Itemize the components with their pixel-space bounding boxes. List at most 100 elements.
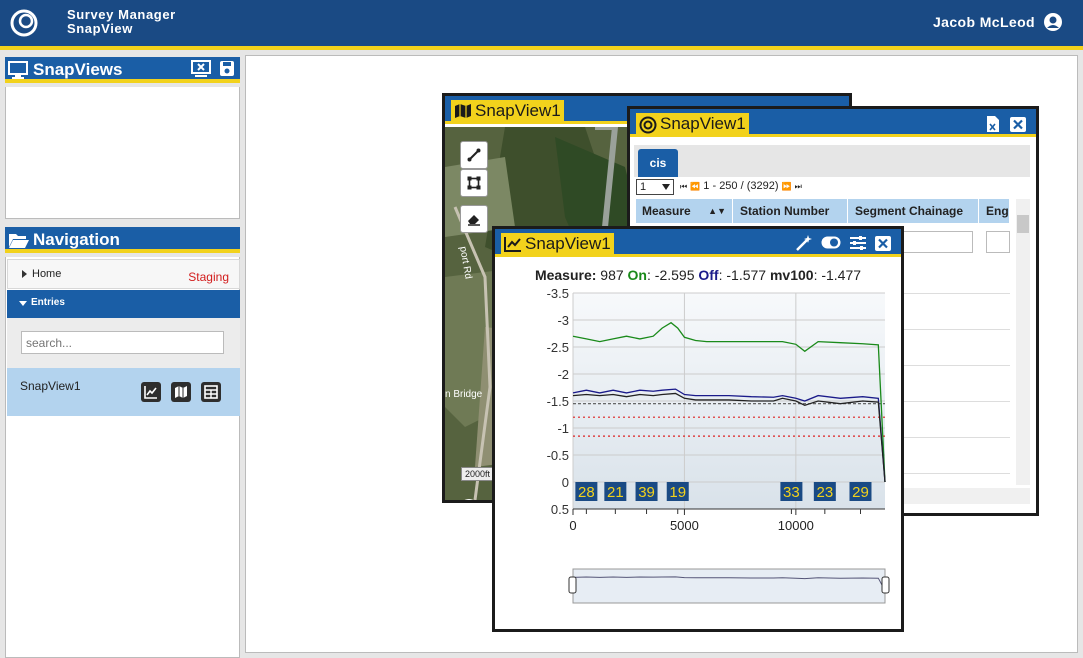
settings-sliders-icon[interactable]	[849, 235, 867, 251]
map-scale-bar: 2000ft	[461, 467, 495, 481]
last-page-button[interactable]: ⏭	[795, 182, 802, 191]
table-window-title-tag: SnapView1	[636, 113, 749, 134]
close-icon[interactable]	[875, 236, 891, 251]
tab-cis[interactable]: cis	[638, 149, 678, 177]
navigation-panel-header: Navigation	[5, 227, 240, 253]
page-select-value: 1	[640, 181, 647, 193]
chart-window[interactable]: SnapView1 Measure: 987 On: -2.595 Off: -…	[492, 226, 904, 632]
x-tick-label: 10000	[778, 518, 814, 533]
nav-search-container	[7, 318, 240, 368]
map-icon	[455, 104, 471, 118]
chart-range-navigator[interactable]	[495, 567, 901, 607]
map-window-title-tag: SnapView1	[451, 100, 564, 121]
y-tick-label: -2	[557, 367, 569, 382]
map-place-label: n Bridge	[445, 389, 483, 400]
next-page-button[interactable]: ⏩	[782, 182, 792, 191]
open-table-button[interactable]	[201, 382, 221, 402]
pager-controls: ⏮ ⏪ 1 - 250 / (3292) ⏩ ⏭	[680, 180, 802, 192]
x-tick-label: 5000	[670, 518, 699, 533]
nav-entries-label: Entries	[31, 297, 65, 308]
marker-label: 23	[816, 484, 833, 501]
column-header-station-number[interactable]: Station Number	[734, 199, 848, 223]
y-tick-label: -3.5	[547, 286, 569, 301]
header-accent-stripe	[0, 46, 1083, 50]
open-map-button[interactable]	[171, 382, 191, 402]
first-page-button[interactable]: ⏮	[680, 182, 687, 191]
map-icon	[175, 386, 187, 398]
app-header: Survey Manager SnapView Jacob McLeod	[0, 0, 1083, 46]
column-header-measure[interactable]: Measure ▲▼	[636, 199, 733, 223]
marker-label: 39	[638, 484, 655, 501]
nav-entries-row[interactable]: Entries	[7, 290, 240, 318]
draw-line-tool-button[interactable]	[460, 141, 488, 169]
save-icon[interactable]	[219, 60, 235, 77]
column-header-label: Station Number	[740, 204, 830, 218]
y-tick-label: -1	[557, 421, 569, 436]
table-header: Measure ▲▼ Station Number Segment Chaina…	[636, 199, 1010, 223]
toggle-icon[interactable]	[821, 236, 841, 249]
marker-label: 29	[852, 484, 869, 501]
marker-label: 28	[578, 484, 595, 501]
navigator-track	[572, 568, 886, 604]
table-tabstrip: cis	[634, 145, 1030, 177]
eraser-tool-button[interactable]	[460, 205, 488, 233]
list-item-snapview1[interactable]: SnapView1	[7, 368, 240, 416]
caret-down-icon	[19, 301, 27, 306]
user-name[interactable]: Jacob McLeod	[933, 14, 1035, 30]
column-header-eng[interactable]: Eng	[980, 199, 1010, 223]
magic-wand-icon[interactable]	[795, 234, 813, 252]
app-title-line2: SnapView	[67, 21, 133, 36]
monitor-icon	[8, 61, 28, 79]
readout-on-label: On	[627, 267, 647, 283]
chart-window-titlebar[interactable]: SnapView1	[495, 229, 901, 257]
chart-icon	[144, 386, 157, 399]
nav-home-label: Home	[32, 268, 62, 280]
prev-page-button[interactable]: ⏪	[690, 182, 700, 191]
y-tick-label: 0.5	[551, 502, 569, 517]
measurement-chart[interactable]: -3.5-3-2.5-2-1.5-1-0.500.50 5000 1000028 21…	[495, 285, 901, 565]
export-excel-icon[interactable]	[986, 115, 1000, 133]
y-tick-label: -2.5	[547, 340, 569, 355]
snapviews-panel-header: SnapViews	[5, 57, 240, 83]
search-input[interactable]	[21, 331, 224, 354]
y-tick-label: 0	[562, 475, 569, 490]
open-chart-button[interactable]	[141, 382, 161, 402]
table-window-titlebar[interactable]: SnapView1	[630, 109, 1036, 137]
pager-range: 1 - 250 / (3292)	[703, 180, 779, 192]
navigator-right-handle[interactable]	[881, 576, 890, 594]
chart-icon	[504, 237, 521, 252]
draw-polygon-icon	[467, 176, 481, 190]
column-header-label: Eng	[986, 204, 1009, 218]
navigation-panel-body: Home Staging Entries SnapView1	[5, 257, 240, 658]
page-select[interactable]: 1	[636, 179, 674, 195]
snapviews-panel-body	[5, 87, 240, 219]
draw-line-icon	[467, 148, 481, 162]
readout-mv100-value: : -1.477	[813, 267, 862, 283]
y-tick-label: -0.5	[547, 448, 569, 463]
filter-input-eng[interactable]	[986, 231, 1010, 253]
navigator-left-handle[interactable]	[568, 576, 577, 594]
list-item-label: SnapView1	[20, 379, 81, 393]
folder-open-icon	[9, 234, 29, 248]
environment-badge: Staging	[188, 270, 229, 284]
app-title: Survey Manager SnapView	[67, 8, 176, 36]
target-icon	[639, 116, 657, 134]
navigation-panel-title: Navigation	[33, 230, 120, 249]
marker-label: 21	[607, 484, 624, 501]
app-title-line1: Survey Manager	[67, 7, 176, 22]
nav-home-row[interactable]: Home Staging	[7, 259, 240, 289]
table-window-title: SnapView1	[660, 114, 746, 133]
chevron-down-icon	[662, 184, 670, 190]
column-header-label: Measure	[642, 204, 691, 218]
close-icon[interactable]	[1010, 117, 1026, 132]
vertical-scrollbar[interactable]	[1016, 199, 1030, 485]
snapviews-panel-title: SnapViews	[33, 60, 123, 79]
readout-measure-value: 987	[600, 267, 624, 283]
column-header-segment-chainage[interactable]: Segment Chainage	[849, 199, 979, 223]
draw-polygon-tool-button[interactable]	[460, 169, 488, 197]
marker-label: 19	[669, 484, 686, 501]
close-view-icon[interactable]	[191, 60, 211, 78]
app-logo-icon[interactable]	[10, 9, 38, 37]
scroll-thumb[interactable]	[1017, 215, 1029, 233]
user-account-icon[interactable]	[1043, 12, 1063, 32]
